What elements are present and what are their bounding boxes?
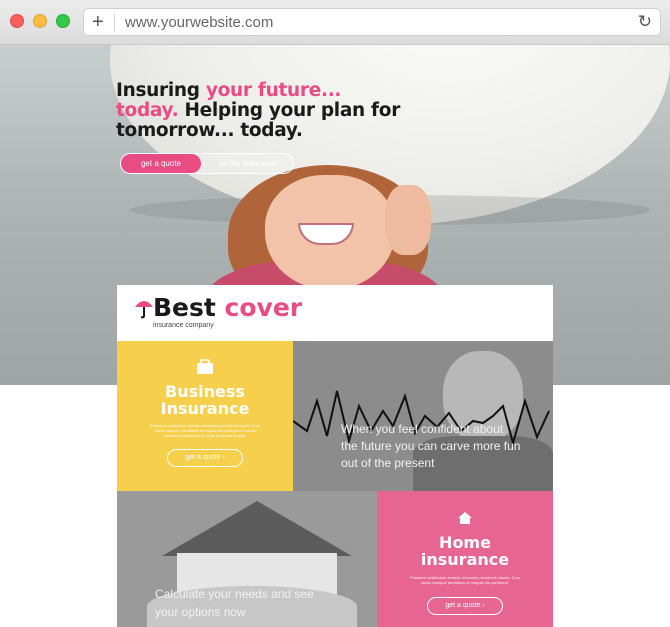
headline-highlight: your future...: [205, 80, 342, 101]
home-icon: [458, 512, 472, 524]
address-bar[interactable]: + www.yourwebsite.com ↻: [83, 8, 661, 36]
house-roof-image: [162, 501, 352, 556]
brand-logo[interactable]: Best cover: [153, 293, 302, 323]
hero-cta-group: get a quote on life insurance: [120, 153, 294, 174]
reload-icon[interactable]: ↻: [638, 12, 652, 32]
business-title: Business Insurance: [117, 383, 293, 417]
child-hand-image: [385, 185, 431, 255]
calculate-needs-text: Calculate your needs and see your option…: [155, 587, 314, 619]
brand-tagline: insurance company: [153, 322, 214, 329]
business-get-quote-button[interactable]: get a quote ›: [167, 449, 243, 467]
minimize-window-button[interactable]: [33, 14, 47, 28]
briefcase-icon: [197, 359, 213, 374]
maximize-window-button[interactable]: [56, 14, 70, 28]
home-insurance-tile[interactable]: Home insurance Praesent vestibulum aenea…: [377, 491, 553, 627]
headline-highlight: today.: [116, 100, 179, 121]
site-card: Best cover insurance company Business In…: [117, 285, 553, 627]
address-bar-divider: [114, 14, 115, 31]
url-text[interactable]: www.yourwebsite.com: [125, 14, 273, 31]
hero-headline: Insuring your future... today. Helping y…: [116, 81, 436, 141]
webpage: Insuring your future... today. Helping y…: [0, 45, 670, 627]
headline-text: Insuring: [116, 80, 206, 101]
close-window-button[interactable]: [10, 14, 24, 28]
home-title: Home insurance: [377, 534, 553, 568]
headline-text: tomorrow... today.: [116, 120, 303, 141]
home-get-quote-button[interactable]: get a quote ›: [427, 597, 503, 615]
get-quote-button[interactable]: get a quote: [121, 154, 201, 173]
headline-text: Helping your plan for: [178, 100, 401, 121]
logo-header: Best cover insurance company: [117, 285, 553, 341]
home-title-line2: insurance: [420, 550, 510, 569]
confidence-text: When you feel confident about the future…: [341, 422, 521, 470]
umbrella-logo-icon: [135, 301, 153, 319]
business-insurance-tile[interactable]: Business Insurance Praesent vestibulum a…: [117, 341, 293, 491]
home-description: Praesent vestibulum aenean nonummy hendr…: [409, 575, 521, 585]
new-tab-icon[interactable]: +: [92, 10, 104, 34]
confidence-tile: When you feel confident about the future…: [293, 341, 553, 491]
brand-name-primary: Best: [153, 293, 216, 322]
brand-name-accent: cover: [215, 293, 303, 322]
life-insurance-link[interactable]: on life insurance: [203, 154, 293, 173]
browser-window: + www.yourwebsite.com ↻ Insuring your fu…: [0, 0, 670, 627]
calculate-needs-tile[interactable]: Calculate your needs and see your option…: [117, 491, 377, 627]
business-description: Praesent vestibulum aenean nonummy hendr…: [149, 423, 261, 438]
browser-toolbar: + www.yourwebsite.com ↻: [0, 0, 670, 45]
business-title-line2: Insurance: [160, 399, 250, 418]
